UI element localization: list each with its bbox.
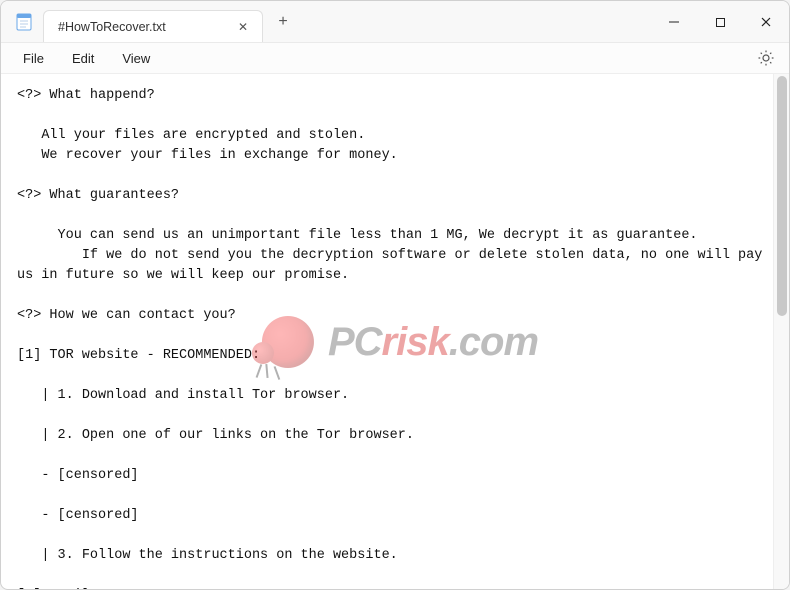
gear-icon xyxy=(757,49,775,67)
vertical-scrollbar[interactable] xyxy=(773,74,789,590)
window-controls xyxy=(651,1,789,43)
tab-title: #HowToRecover.txt xyxy=(58,20,234,34)
maximize-button[interactable] xyxy=(697,1,743,43)
scrollbar-thumb[interactable] xyxy=(777,76,787,316)
file-tab[interactable]: #HowToRecover.txt ✕ xyxy=(43,10,263,42)
menu-view[interactable]: View xyxy=(108,45,164,72)
notepad-window: #HowToRecover.txt ✕ + File Edit View xyxy=(0,0,790,590)
settings-button[interactable] xyxy=(751,43,781,73)
new-tab-button[interactable]: + xyxy=(269,8,297,36)
editor-area: <?> What happend? All your files are enc… xyxy=(1,74,789,590)
close-button[interactable] xyxy=(743,1,789,43)
tab-close-icon[interactable]: ✕ xyxy=(234,18,252,36)
text-content[interactable]: <?> What happend? All your files are enc… xyxy=(1,74,773,590)
menu-edit[interactable]: Edit xyxy=(58,45,108,72)
minimize-button[interactable] xyxy=(651,1,697,43)
menu-file[interactable]: File xyxy=(9,45,58,72)
titlebar: #HowToRecover.txt ✕ + xyxy=(1,1,789,43)
menubar: File Edit View xyxy=(1,43,789,74)
notepad-app-icon xyxy=(15,13,33,31)
